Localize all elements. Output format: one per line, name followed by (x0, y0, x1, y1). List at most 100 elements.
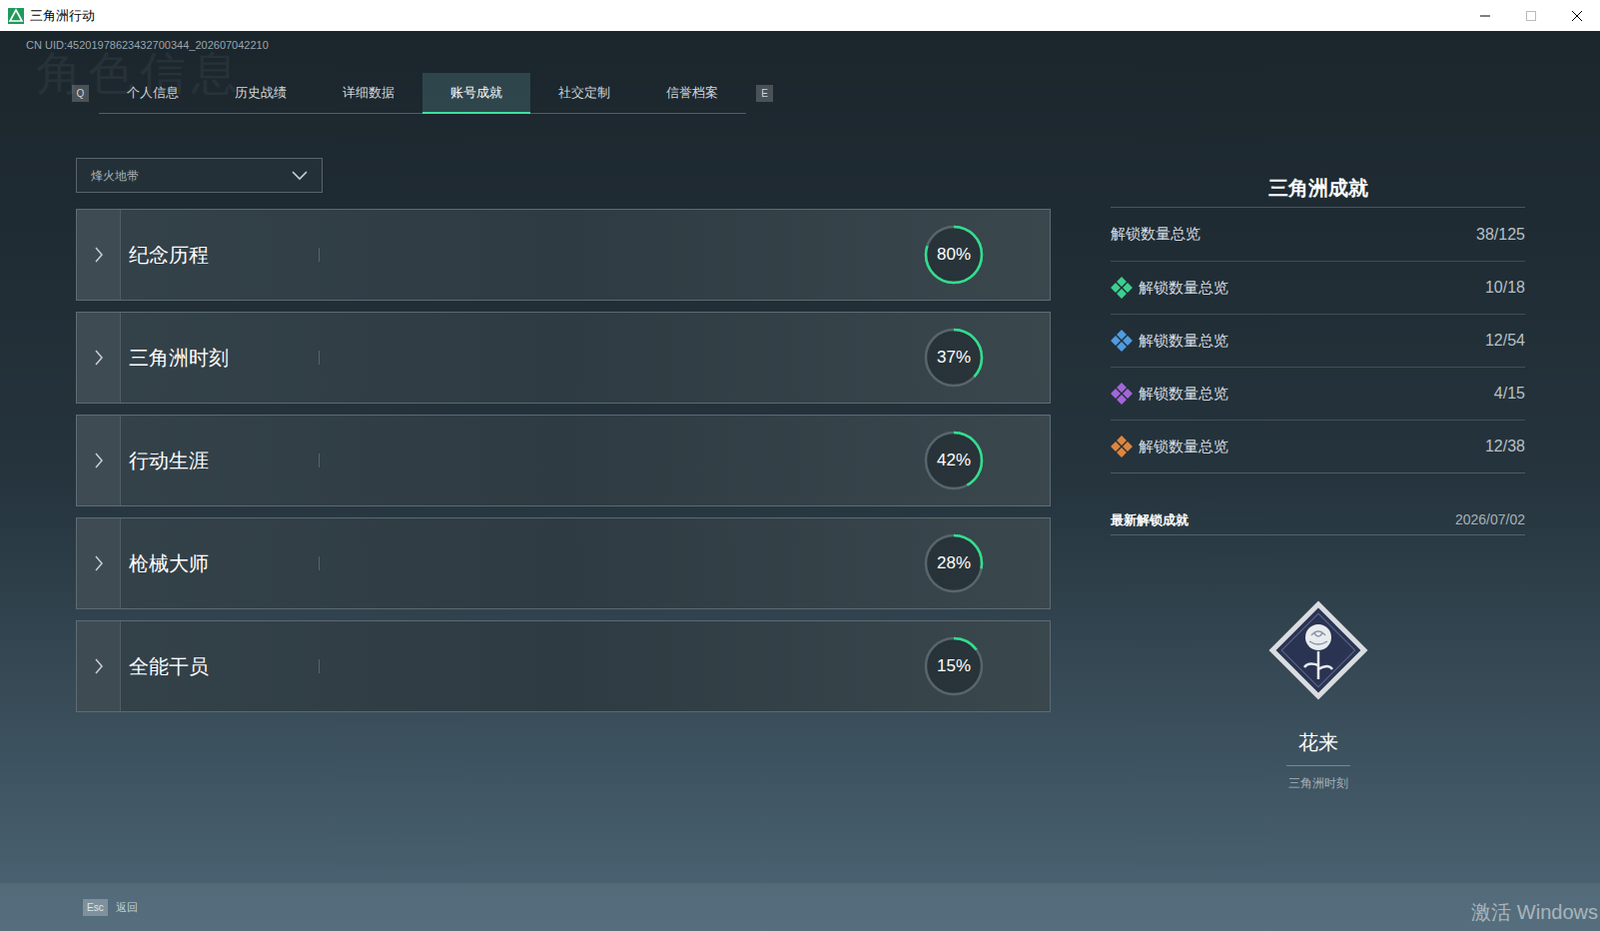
divider (318, 659, 320, 674)
category-column: 烽火地带 纪念历程 80% 三角洲时刻 37% 行动生涯42% 枪械大师 28% 全能干员 15… (75, 157, 1051, 713)
app-logo-icon (7, 7, 24, 24)
chevron-right-icon (93, 658, 104, 675)
summary-total-row: 解锁数量总览 38/125 (1110, 207, 1526, 261)
tab-label: 社交定制 (558, 82, 611, 103)
tier-label: 解锁数量总览 (1138, 382, 1229, 406)
tab[interactable]: 账号成就 (422, 72, 531, 114)
ring-fill (925, 329, 982, 386)
close-button[interactable] (1554, 0, 1600, 31)
summary-panel: 三角洲成就 解锁数量总览 38/125 解锁数量总览 10/18 解锁数量总览 12/… (1110, 157, 1526, 793)
tab-label: 历史战绩 (234, 82, 287, 103)
rose-badge-icon[interactable] (1259, 591, 1378, 710)
tier-value: 12/38 (1485, 434, 1526, 459)
tier-row: 解锁数量总览 12/38 (1110, 419, 1526, 473)
tier-left: 解锁数量总览 (1110, 276, 1229, 300)
chevron-right-icon (93, 349, 104, 366)
tier-row: 解锁数量总览 12/54 (1110, 313, 1526, 367)
tab[interactable]: 社交定制 (530, 72, 639, 113)
prev-tab-key[interactable]: Q (71, 84, 89, 102)
uid-label: CN UID:45201978623432700344_202607042210 (0, 30, 1600, 51)
tier-diamond-icon (1110, 276, 1133, 299)
category-row[interactable]: 纪念历程 80% (75, 208, 1051, 301)
category-label: 三角洲时刻 (128, 342, 319, 373)
expand-toggle[interactable] (76, 209, 121, 300)
tab[interactable]: 个人信息 (98, 72, 207, 113)
chevron-down-icon (291, 170, 308, 181)
ring-fill (925, 432, 982, 489)
progress-ring: 80% (922, 223, 985, 286)
tier-left: 解锁数量总览 (1110, 382, 1229, 406)
title-bar: 三角洲行动 (0, 0, 1600, 31)
divider (318, 247, 320, 262)
progress-ring: 37% (922, 326, 985, 389)
progress-ring: 28% (922, 532, 985, 595)
chevron-right-icon (93, 452, 104, 469)
progress-ring: 15% (922, 635, 985, 698)
tier-diamond-icon (1110, 382, 1133, 405)
tier-label: 解锁数量总览 (1138, 329, 1229, 353)
progress-ring: 42% (922, 429, 985, 492)
tier-diamond-icon (1110, 435, 1133, 458)
latest-label: 最新解锁成就 (1110, 510, 1189, 531)
tab[interactable]: 历史战绩 (206, 72, 315, 113)
progress-reading: 42% (936, 447, 971, 474)
ring-fill (925, 638, 982, 695)
category-row[interactable]: 全能干员 15% (75, 620, 1051, 713)
tab-bar: Q 个人信息 历史战绩 详细数据 账号成就 社交定制 信誉档案 E (71, 72, 1600, 114)
category-label: 枪械大师 (128, 548, 319, 579)
chevron-right-icon (93, 555, 104, 572)
ring-fill (925, 535, 982, 592)
maximize-icon (1525, 9, 1538, 22)
mode-value: 烽火地带 (90, 166, 139, 185)
esc-key[interactable]: Esc (82, 898, 108, 916)
tab-label: 详细数据 (342, 82, 395, 103)
maximize-button[interactable] (1508, 0, 1555, 31)
tier-label: 解锁数量总览 (1138, 276, 1229, 300)
tier-left: 解锁数量总览 (1110, 329, 1229, 353)
progress-reading: 15% (936, 653, 971, 680)
tier-value: 4/15 (1494, 381, 1526, 406)
footer-bar: Esc 返回 (0, 882, 1600, 931)
windows-activation-watermark: 激活 Windows (1471, 896, 1599, 927)
expand-toggle[interactable] (76, 415, 121, 506)
divider (318, 453, 320, 468)
minimize-button[interactable] (1462, 0, 1509, 31)
tab-label: 账号成就 (450, 82, 503, 103)
expand-toggle[interactable] (76, 518, 121, 609)
category-label: 纪念历程 (128, 239, 319, 270)
category-row[interactable]: 枪械大师 28% (75, 517, 1051, 610)
tier-row: 解锁数量总览 4/15 (1110, 366, 1526, 420)
back-label[interactable]: 返回 (115, 898, 138, 916)
tab[interactable]: 信誉档案 (638, 72, 747, 113)
mode-dropdown[interactable]: 烽火地带 (75, 157, 323, 193)
progress-reading: 28% (936, 550, 971, 577)
minimize-icon (1479, 9, 1492, 22)
latest-category: 三角洲时刻 (1288, 774, 1349, 793)
progress-reading: 80% (936, 241, 971, 268)
expand-toggle[interactable] (76, 312, 121, 403)
close-icon (1571, 9, 1584, 22)
category-label: 全能干员 (128, 651, 319, 682)
category-row[interactable]: 三角洲时刻 37% (75, 311, 1051, 404)
latest-name: 花来 (1298, 727, 1339, 758)
chevron-right-icon (93, 246, 104, 263)
tier-value: 12/54 (1485, 328, 1526, 353)
main-area: 角色信息 CN UID:45201978623432700344_2026070… (0, 30, 1600, 931)
next-tab-key[interactable]: E (756, 84, 774, 102)
divider (318, 556, 320, 571)
progress-reading: 37% (936, 344, 971, 371)
tier-label: 解锁数量总览 (1138, 435, 1229, 459)
tab[interactable]: 详细数据 (314, 72, 423, 113)
expand-toggle[interactable] (76, 621, 121, 712)
tab-label: 信誉档案 (666, 82, 719, 103)
total-label: 解锁数量总览 (1110, 222, 1201, 246)
ring-fill (925, 226, 982, 283)
summary-title: 三角洲成就 (1268, 172, 1369, 203)
window-title: 三角洲行动 (29, 5, 95, 26)
category-row[interactable]: 行动生涯42% (75, 414, 1051, 507)
tier-value: 10/18 (1485, 275, 1526, 300)
tier-left: 解锁数量总览 (1110, 435, 1229, 459)
divider (318, 350, 320, 365)
tab-label: 个人信息 (126, 82, 179, 103)
latest-date: 2026/07/02 (1455, 509, 1526, 531)
